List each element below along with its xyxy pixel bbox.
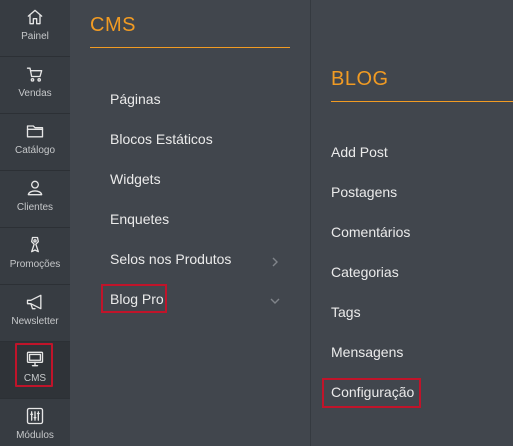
cms-item-blocos-estaticos[interactable]: Blocos Estáticos xyxy=(110,131,213,147)
chevron-down-icon xyxy=(270,293,280,311)
cms-item-blog-pro[interactable]: Blog Pro xyxy=(110,291,164,307)
cms-item-selos-nos-produtos[interactable]: Selos nos Produtos xyxy=(110,251,231,267)
nav-item-promocoes[interactable]: Promoções xyxy=(0,228,70,285)
nav-item-modulos[interactable]: Módulos xyxy=(0,399,70,446)
blog-item-categorias[interactable]: Categorias xyxy=(331,264,399,280)
blog-panel-title: BLOG xyxy=(331,68,389,90)
nav-item-cms[interactable]: CMS xyxy=(0,342,70,399)
home-icon xyxy=(24,6,46,28)
blog-item-postagens[interactable]: Postagens xyxy=(331,184,397,200)
chevron-right-icon xyxy=(270,254,280,272)
nav-label: Painel xyxy=(21,31,49,42)
folder-icon xyxy=(24,120,46,142)
monitor-icon xyxy=(24,348,46,370)
nav-label: Newsletter xyxy=(11,316,59,327)
blog-item-add-post[interactable]: Add Post xyxy=(331,144,388,160)
main-nav-rail: Painel Vendas Catálogo Clientes Promoçõe… xyxy=(0,0,70,446)
nav-item-painel[interactable]: Painel xyxy=(0,0,70,57)
nav-label: Vendas xyxy=(18,88,52,99)
nav-item-vendas[interactable]: Vendas xyxy=(0,57,70,114)
cms-item-widgets[interactable]: Widgets xyxy=(110,171,161,187)
nav-item-newsletter[interactable]: Newsletter xyxy=(0,285,70,342)
nav-label: Catálogo xyxy=(14,145,56,156)
blog-submenu-panel: BLOG Add Post Postagens Comentários Cate… xyxy=(311,0,513,446)
cms-item-paginas[interactable]: Páginas xyxy=(110,91,161,107)
blog-item-configuracao[interactable]: Configuração xyxy=(331,384,414,400)
tag-icon xyxy=(24,234,46,256)
blog-item-comentarios[interactable]: Comentários xyxy=(331,224,410,240)
cms-title-divider xyxy=(90,47,290,48)
cart-icon xyxy=(24,63,46,85)
cms-submenu-panel: CMS Páginas Blocos Estáticos Widgets Enq… xyxy=(70,0,311,446)
blog-title-divider xyxy=(331,101,513,102)
user-icon xyxy=(24,177,46,199)
blog-item-mensagens[interactable]: Mensagens xyxy=(331,344,403,360)
nav-label: Promoções xyxy=(9,259,61,270)
nav-label: Clientes xyxy=(16,202,54,213)
cms-item-enquetes[interactable]: Enquetes xyxy=(110,211,169,227)
megaphone-icon xyxy=(24,291,46,313)
nav-item-clientes[interactable]: Clientes xyxy=(0,171,70,228)
blog-item-tags[interactable]: Tags xyxy=(331,304,361,320)
nav-label: Módulos xyxy=(16,430,54,441)
sliders-icon xyxy=(24,405,46,427)
cms-panel-title: CMS xyxy=(90,14,136,36)
nav-item-catalogo[interactable]: Catálogo xyxy=(0,114,70,171)
nav-label: CMS xyxy=(23,373,47,384)
